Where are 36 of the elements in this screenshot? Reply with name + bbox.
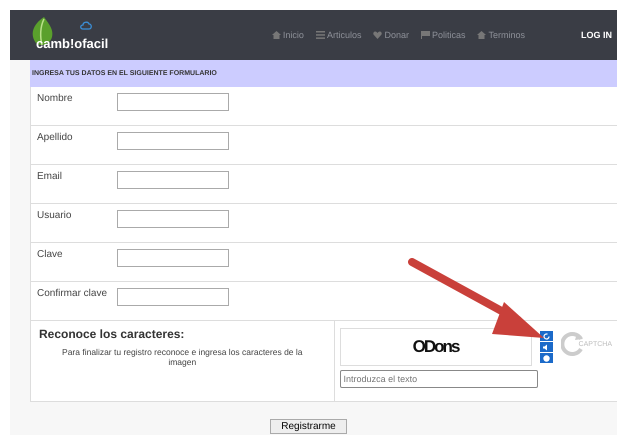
list-icon xyxy=(316,31,325,39)
login-link[interactable]: LOG IN xyxy=(581,30,612,40)
nav-link[interactable]: Donar xyxy=(373,30,409,40)
audio-button[interactable] xyxy=(540,342,553,352)
input-field[interactable] xyxy=(117,171,229,189)
field-label: Usuario xyxy=(36,210,72,221)
flag-icon xyxy=(420,31,430,39)
refresh-icon xyxy=(542,332,550,340)
field-label: Clave xyxy=(36,249,64,260)
field-label: Confirmar clave xyxy=(36,288,108,299)
help-button[interactable] xyxy=(540,353,553,363)
field-label: Email xyxy=(36,171,64,182)
input-field[interactable] xyxy=(117,93,229,111)
captcha-instructions: Para finalizar tu registro reconoce e ingresa los caracteres de la imagen xyxy=(61,347,304,367)
help-icon xyxy=(542,354,550,362)
input-field[interactable] xyxy=(117,249,229,267)
home-icon xyxy=(477,31,486,39)
home-icon xyxy=(272,31,281,39)
speaker-icon xyxy=(542,344,550,350)
input-field[interactable] xyxy=(117,288,229,306)
captcha-challenge-text: ODons xyxy=(412,337,458,357)
field-label: Nombre xyxy=(36,93,74,104)
refresh-button[interactable] xyxy=(540,331,553,341)
field-label: Apellido xyxy=(36,132,74,143)
nav-link[interactable]: Politicas xyxy=(420,30,466,40)
captcha-heading: Reconoce los caracteres: xyxy=(39,327,186,341)
input-field[interactable] xyxy=(117,210,229,228)
input-field[interactable] xyxy=(117,132,229,150)
captcha-input-field[interactable]: Introduzca el texto xyxy=(340,370,538,388)
cloud-icon xyxy=(80,21,92,30)
register-button[interactable]: Registrarme xyxy=(270,419,347,434)
heart-icon xyxy=(373,31,382,39)
nav-link[interactable]: Terminos xyxy=(477,30,525,40)
logo-text[interactable]: camb!ofacil xyxy=(36,36,108,53)
nav-link[interactable]: Articulos xyxy=(316,30,362,40)
nav-link[interactable]: Inicio xyxy=(272,30,304,40)
